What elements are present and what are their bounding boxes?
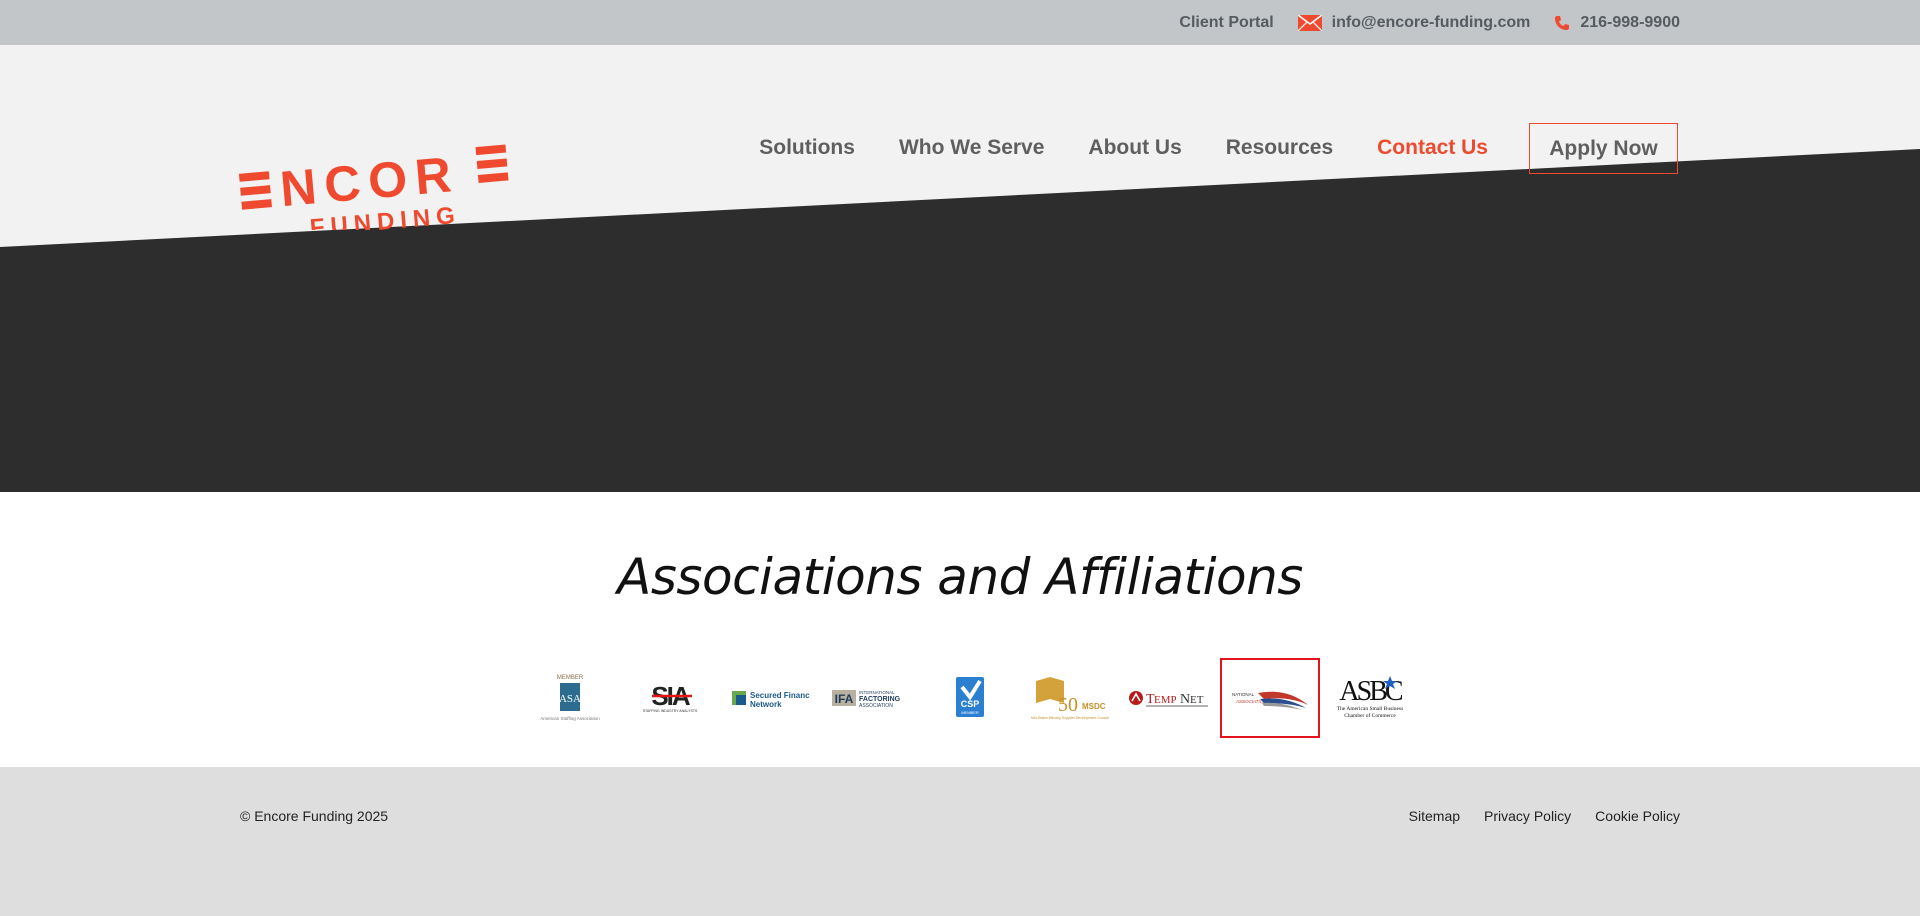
phone-icon	[1554, 15, 1570, 31]
client-portal-label: Client Portal	[1179, 13, 1274, 31]
hero-header: NCOR FUNDING Solutions Who We Serve Abou…	[0, 45, 1920, 492]
sia-logo[interactable]: SIA STAFFING INDUSTRY ANALYSTS	[620, 658, 720, 738]
svg-text:FACTORING: FACTORING	[859, 696, 901, 703]
svg-text:Mid-States Minority Supplier D: Mid-States Minority Supplier Development…	[1031, 716, 1109, 720]
svg-text:MSDC: MSDC	[1082, 702, 1106, 711]
phone-label: 216-998-9900	[1580, 13, 1680, 31]
nav-about-us[interactable]: About Us	[1088, 136, 1181, 160]
svg-text:EMP: EMP	[1154, 694, 1177, 706]
footer-sitemap-link[interactable]: Sitemap	[1409, 808, 1460, 824]
header-light-panel	[0, 45, 1920, 247]
svg-text:50: 50	[1058, 694, 1078, 716]
email-link[interactable]: info@encore-funding.com	[1297, 13, 1531, 32]
phone-link[interactable]: 216-998-9900	[1554, 14, 1680, 32]
asbc-logo[interactable]: ASBC The American Small Business Chamber…	[1320, 658, 1420, 738]
svg-text:N: N	[1180, 692, 1190, 707]
footer-cookie-policy-link[interactable]: Cookie Policy	[1595, 808, 1680, 824]
nav-who-we-serve[interactable]: Who We Serve	[899, 136, 1044, 160]
svg-text:MEMBER: MEMBER	[961, 710, 979, 715]
ifa-logo[interactable]: IFA INTERNATIONAL FACTORING ASSOCIATION	[820, 658, 920, 738]
svg-text:ASA: ASA	[559, 693, 581, 705]
svg-text:IFA: IFA	[835, 692, 854, 706]
nav-solutions[interactable]: Solutions	[759, 136, 855, 160]
svg-text:NATIONAL: NATIONAL	[1232, 692, 1255, 697]
csp-logo[interactable]: CSP MEMBER	[920, 658, 1020, 738]
associations-title: Associations and Affiliations	[617, 548, 1303, 606]
email-label: info@encore-funding.com	[1331, 13, 1531, 31]
svg-text:MEMBER: MEMBER	[557, 675, 584, 681]
svg-text:Network: Network	[750, 700, 782, 709]
nav-contact-us[interactable]: Contact Us	[1377, 136, 1488, 160]
svg-text:American Staffing Association: American Staffing Association	[540, 716, 600, 721]
sfnet-logo[interactable]: Secured Finance Network	[720, 658, 820, 738]
asa-logo[interactable]: MEMBER ASA American Staffing Association	[520, 658, 620, 738]
nav-resources[interactable]: Resources	[1226, 136, 1333, 160]
msdc-logo[interactable]: 50 MSDC Mid-States Minority Supplier Dev…	[1020, 658, 1120, 738]
apply-now-button[interactable]: Apply Now	[1529, 123, 1678, 174]
association-logos: MEMBER ASA American Staffing Association…	[520, 658, 1420, 738]
svg-text:Chamber of Commerce: Chamber of Commerce	[1344, 712, 1396, 719]
envelope-icon	[1297, 14, 1322, 31]
national-association-logo[interactable]: NATIONAL ASSOCIATION	[1220, 658, 1320, 738]
svg-text:STAFFING INDUSTRY ANALYSTS: STAFFING INDUSTRY ANALYSTS	[643, 709, 698, 713]
svg-text:INTERNATIONAL: INTERNATIONAL	[859, 690, 895, 695]
svg-text:ASBC: ASBC	[1339, 676, 1402, 707]
svg-text:ASSOCIATION: ASSOCIATION	[859, 703, 893, 709]
svg-text:CSP: CSP	[961, 699, 980, 709]
top-utility-bar: Client Portal info@encore-funding.com 21…	[0, 0, 1920, 45]
tempnet-logo[interactable]: T EMP N ET	[1120, 658, 1220, 738]
svg-text:ET: ET	[1190, 694, 1204, 706]
footer-privacy-policy-link[interactable]: Privacy Policy	[1484, 808, 1571, 824]
site-footer: © Encore Funding 2025 Sitemap Privacy Po…	[0, 767, 1920, 916]
svg-text:The American Small Business: The American Small Business	[1337, 706, 1403, 712]
client-portal-link[interactable]: Client Portal	[1179, 14, 1273, 32]
copyright-text: © Encore Funding 2025	[240, 808, 389, 824]
svg-text:Secured Finance: Secured Finance	[750, 691, 810, 700]
